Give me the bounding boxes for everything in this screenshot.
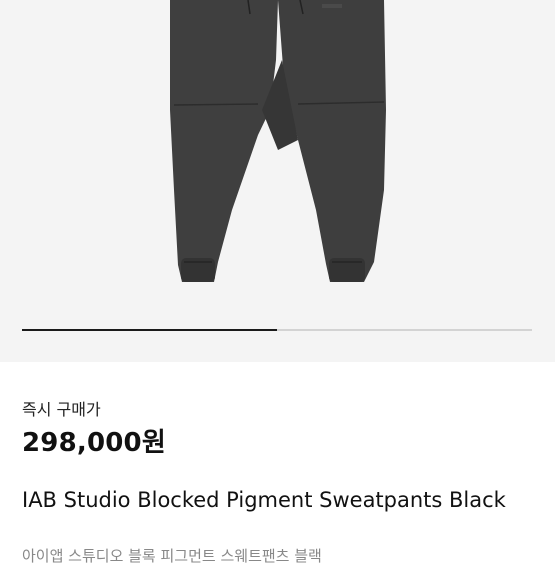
sweatpants-image <box>170 0 386 282</box>
carousel-progress-fill <box>22 329 277 331</box>
product-title-ko: 아이앱 스튜디오 블록 피그먼트 스웨트팬츠 블랙 <box>22 547 322 565</box>
product-title-en: IAB Studio Blocked Pigment Sweatpants Bl… <box>22 488 506 512</box>
instant-buy-price-label: 즉시 구매가 <box>22 400 101 419</box>
product-image-area[interactable] <box>0 0 555 362</box>
image-carousel-progress[interactable] <box>22 329 532 331</box>
price-value: 298,000원 <box>22 428 166 458</box>
